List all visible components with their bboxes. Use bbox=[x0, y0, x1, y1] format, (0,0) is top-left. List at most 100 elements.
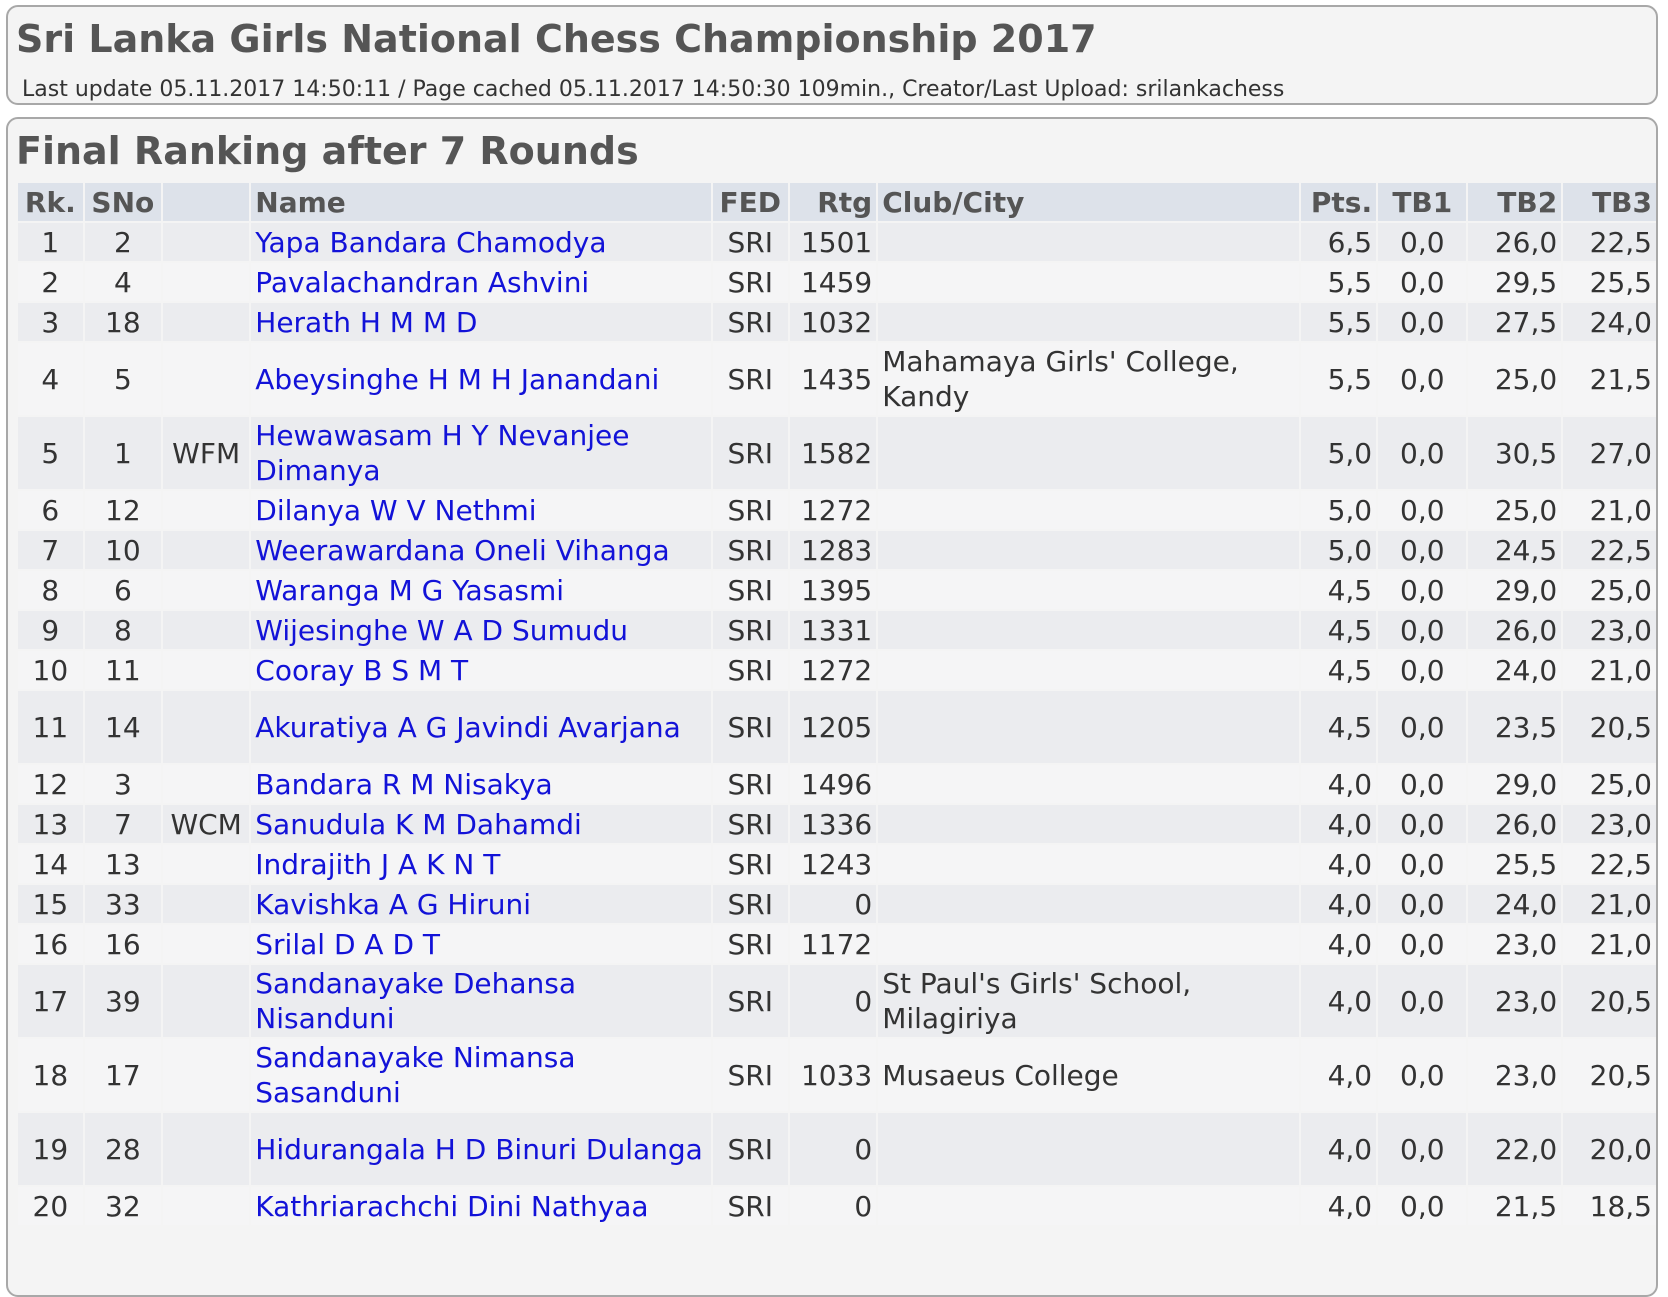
player-rating: 1336 bbox=[789, 805, 877, 843]
player-club bbox=[878, 651, 1299, 689]
player-start-number: 14 bbox=[84, 691, 162, 763]
player-title bbox=[163, 1187, 250, 1225]
player-tb3: 20,5 bbox=[1563, 965, 1656, 1037]
player-rating: 1582 bbox=[789, 417, 877, 489]
player-name-link[interactable]: Srilal D A D T bbox=[251, 925, 711, 963]
player-tb1: 0,0 bbox=[1378, 1187, 1467, 1225]
player-tb1: 0,0 bbox=[1378, 965, 1467, 1037]
column-header-rating[interactable]: Rtg bbox=[789, 183, 877, 221]
player-club bbox=[878, 263, 1299, 301]
player-federation: SRI bbox=[712, 417, 788, 489]
player-name-link[interactable]: Dilanya W V Nethmi bbox=[251, 491, 711, 529]
player-rank: 4 bbox=[18, 343, 83, 415]
player-name-link[interactable]: Kavishka A G Hiruni bbox=[251, 885, 711, 923]
player-name-link[interactable]: Abeysinghe H M H Janandani bbox=[251, 343, 711, 415]
column-header-rank[interactable]: Rk. bbox=[18, 183, 83, 221]
column-header-sno[interactable]: SNo bbox=[84, 183, 162, 221]
player-rating: 0 bbox=[789, 1187, 877, 1225]
player-start-number: 7 bbox=[84, 805, 162, 843]
player-points: 4,0 bbox=[1300, 1113, 1377, 1185]
player-rating: 0 bbox=[789, 965, 877, 1037]
player-rank: 9 bbox=[18, 611, 83, 649]
player-name-link[interactable]: Yapa Bandara Chamodya bbox=[251, 223, 711, 261]
player-tb1: 0,0 bbox=[1378, 491, 1467, 529]
player-name-link[interactable]: Bandara R M Nisakya bbox=[251, 765, 711, 803]
player-tb3: 21,5 bbox=[1563, 343, 1656, 415]
player-rank: 10 bbox=[18, 651, 83, 689]
player-title bbox=[163, 845, 250, 883]
player-rating: 1272 bbox=[789, 651, 877, 689]
player-tb1: 0,0 bbox=[1378, 611, 1467, 649]
player-name-link[interactable]: Akuratiya A G Javindi Avarjana bbox=[251, 691, 711, 763]
column-header-points[interactable]: Pts. bbox=[1300, 183, 1377, 221]
player-federation: SRI bbox=[712, 303, 788, 341]
player-tb2: 23,0 bbox=[1468, 965, 1562, 1037]
column-header-fed[interactable]: FED bbox=[712, 183, 788, 221]
player-rank: 16 bbox=[18, 925, 83, 963]
player-rank: 5 bbox=[18, 417, 83, 489]
player-club: Musaeus College bbox=[878, 1039, 1299, 1111]
player-name-link[interactable]: Sanudula K M Dahamdi bbox=[251, 805, 711, 843]
page-title: Sri Lanka Girls National Chess Champions… bbox=[16, 17, 1097, 61]
player-title bbox=[163, 303, 250, 341]
player-tb3: 20,0 bbox=[1563, 1113, 1656, 1185]
player-name-link[interactable]: Indrajith J A K N T bbox=[251, 845, 711, 883]
player-title bbox=[163, 1113, 250, 1185]
table-row: 14 13 Indrajith J A K N T SRI 1243 4,0 0,0 25,5… bbox=[18, 845, 1656, 883]
player-tb3: 21,0 bbox=[1563, 491, 1656, 529]
column-header-tb3[interactable]: TB3 bbox=[1563, 183, 1656, 221]
player-start-number: 12 bbox=[84, 491, 162, 529]
player-rank: 3 bbox=[18, 303, 83, 341]
player-rank: 18 bbox=[18, 1039, 83, 1111]
player-name-link[interactable]: Wijesinghe W A D Sumudu bbox=[251, 611, 711, 649]
player-name-link[interactable]: Hidurangala H D Binuri Dulanga bbox=[251, 1113, 711, 1185]
table-row: 17 39 Sandanayake Dehansa Nisanduni SRI 0 St … bbox=[18, 965, 1656, 1037]
player-club: Mahamaya Girls' College, Kandy bbox=[878, 343, 1299, 415]
column-header-tb1[interactable]: TB1 bbox=[1378, 183, 1467, 221]
player-rating: 1243 bbox=[789, 845, 877, 883]
player-rating: 1032 bbox=[789, 303, 877, 341]
player-tb1: 0,0 bbox=[1378, 531, 1467, 569]
player-tb2: 23,0 bbox=[1468, 1039, 1562, 1111]
player-name-link[interactable]: Waranga M G Yasasmi bbox=[251, 571, 711, 609]
player-name-link[interactable]: Hewawasam H Y Nevanjee Dimanya bbox=[251, 417, 711, 489]
player-tb2: 25,5 bbox=[1468, 845, 1562, 883]
column-header-tb2[interactable]: TB2 bbox=[1468, 183, 1562, 221]
player-federation: SRI bbox=[712, 805, 788, 843]
player-start-number: 11 bbox=[84, 651, 162, 689]
player-club bbox=[878, 223, 1299, 261]
player-rank: 13 bbox=[18, 805, 83, 843]
player-points: 4,0 bbox=[1300, 1187, 1377, 1225]
player-name-link[interactable]: Cooray B S M T bbox=[251, 651, 711, 689]
player-title bbox=[163, 611, 250, 649]
player-start-number: 8 bbox=[84, 611, 162, 649]
player-name-link[interactable]: Pavalachandran Ashvini bbox=[251, 263, 711, 301]
table-row: 2 4 Pavalachandran Ashvini SRI 1459 5,5 0,0 29,… bbox=[18, 263, 1656, 301]
player-points: 4,5 bbox=[1300, 691, 1377, 763]
player-tb3: 20,5 bbox=[1563, 691, 1656, 763]
player-rank: 17 bbox=[18, 965, 83, 1037]
player-name-link[interactable]: Kathriarachchi Dini Nathyaa bbox=[251, 1187, 711, 1225]
player-federation: SRI bbox=[712, 223, 788, 261]
player-federation: SRI bbox=[712, 845, 788, 883]
player-federation: SRI bbox=[712, 651, 788, 689]
column-header-club[interactable]: Club/City bbox=[878, 183, 1299, 221]
player-tb2: 23,5 bbox=[1468, 691, 1562, 763]
ranking-panel: Final Ranking after 7 Rounds Rk. SNo Nam… bbox=[6, 117, 1658, 1297]
player-name-link[interactable]: Weerawardana Oneli Vihanga bbox=[251, 531, 711, 569]
player-tb1: 0,0 bbox=[1378, 571, 1467, 609]
player-start-number: 6 bbox=[84, 571, 162, 609]
player-rank: 6 bbox=[18, 491, 83, 529]
player-tb3: 21,0 bbox=[1563, 885, 1656, 923]
player-tb3: 23,0 bbox=[1563, 611, 1656, 649]
player-federation: SRI bbox=[712, 611, 788, 649]
player-tb2: 25,0 bbox=[1468, 343, 1562, 415]
player-name-link[interactable]: Herath H M M D bbox=[251, 303, 711, 341]
column-header-name[interactable]: Name bbox=[251, 183, 711, 221]
player-federation: SRI bbox=[712, 925, 788, 963]
player-name-link[interactable]: Sandanayake Nimansa Sasanduni bbox=[251, 1039, 711, 1111]
player-tb2: 21,5 bbox=[1468, 1187, 1562, 1225]
table-row: 12 3 Bandara R M Nisakya SRI 1496 4,0 0,0 29,0 2… bbox=[18, 765, 1656, 803]
player-name-link[interactable]: Sandanayake Dehansa Nisanduni bbox=[251, 965, 711, 1037]
player-points: 4,5 bbox=[1300, 571, 1377, 609]
